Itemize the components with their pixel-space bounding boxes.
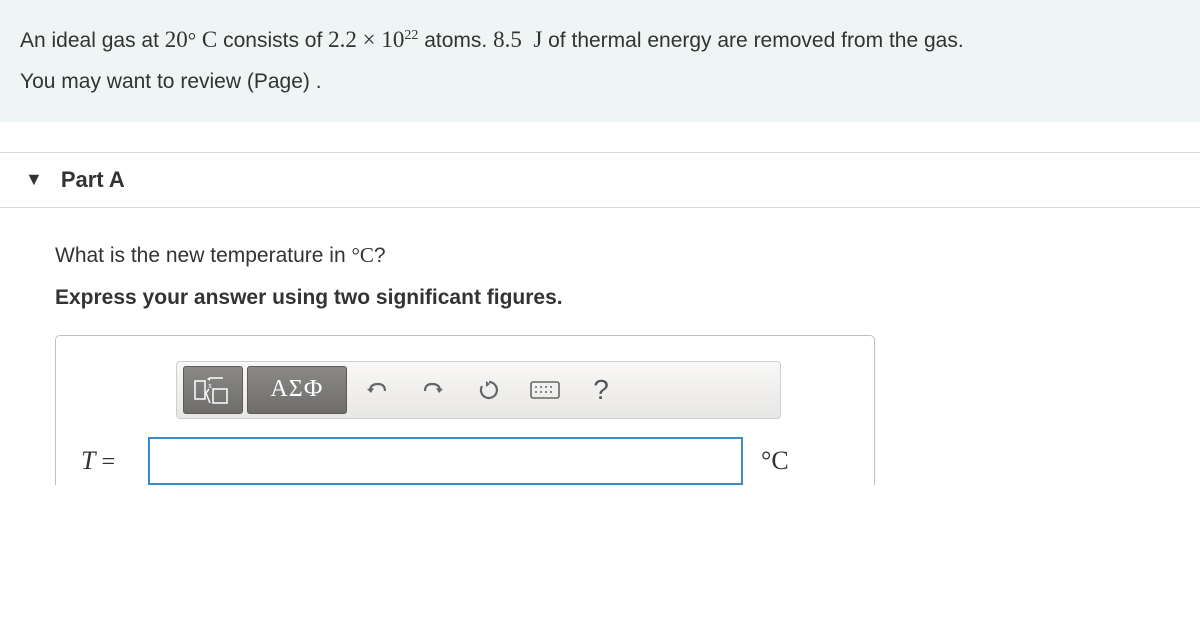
review-hint: You may want to review (Page) . [20,70,322,93]
templates-icon: x [193,375,233,405]
undo-icon [364,377,390,403]
keyboard-button[interactable] [519,366,571,414]
text-segment: atoms. [418,29,493,52]
variable-label: T = [81,446,136,476]
question-pre: What is the new temperature in [55,244,351,267]
keyboard-icon [530,379,560,401]
instruction-text: Express your answer using two significan… [55,286,1145,310]
greek-symbols-button[interactable]: ΑΣФ [247,366,347,414]
reset-button[interactable] [463,366,515,414]
reset-icon [476,377,502,403]
answer-box: x ΑΣФ [55,335,875,485]
part-header[interactable]: ▼ Part A [0,152,1200,208]
part-title: Part A [61,167,125,193]
degree-symbol: ° [188,28,196,52]
help-button[interactable]: ? [575,366,627,414]
energy-value: 8.5 [493,27,522,52]
answer-row: T = °C [81,437,849,485]
part-body: What is the new temperature in °C? Expre… [0,208,1200,485]
templates-button[interactable]: x [183,366,243,414]
atom-count-base: 2.2 × 10 [328,27,404,52]
problem-statement: An ideal gas at 20° C consists of 2.2 × … [0,0,1200,122]
redo-button[interactable] [407,366,459,414]
answer-unit: °C [761,446,789,476]
svg-text:x: x [208,381,212,390]
energy-unit: J [522,27,542,52]
undo-button[interactable] [351,366,403,414]
question-unit: C [360,243,374,267]
temperature-unit: C [196,27,217,52]
answer-input[interactable] [148,437,743,485]
temperature-value: 20 [165,27,188,52]
redo-icon [420,377,446,403]
text-segment: consists of [217,29,328,52]
question-text: What is the new temperature in °C? [55,243,1145,268]
equation-toolbar: x ΑΣФ [176,361,781,419]
chevron-down-icon: ▼ [25,169,43,190]
text-segment: An ideal gas at [20,29,165,52]
question-post: ? [374,244,386,267]
degree-symbol: ° [351,243,359,267]
text-segment: of thermal energy are removed from the g… [542,29,963,52]
atom-count-exponent: 22 [404,28,418,43]
